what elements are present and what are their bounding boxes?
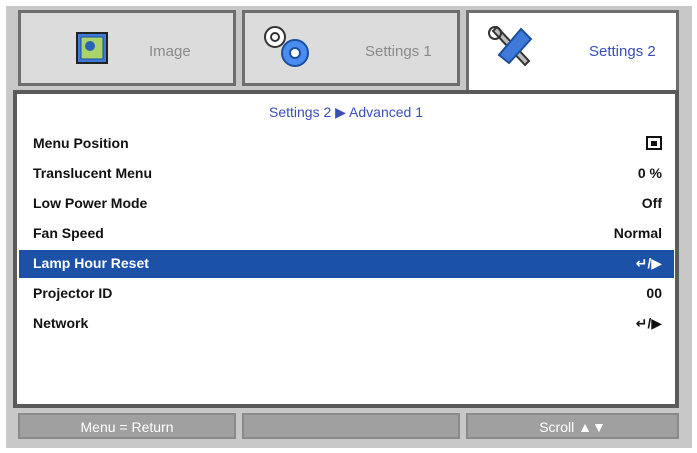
breadcrumb: Settings 2 ▶ Advanced 1 <box>269 104 423 120</box>
footer-scroll-label: Scroll ▲▼ <box>539 419 606 435</box>
tab-settings-2-label: Settings 2 <box>589 43 656 60</box>
image-icon <box>76 32 108 64</box>
menu-item-label: Menu Position <box>33 135 129 151</box>
menu-item-value: 00 <box>646 285 662 301</box>
menu-item-label: Fan Speed <box>33 225 104 241</box>
settings-panel: Settings 2 ▶ Advanced 1 Menu Position Tr… <box>13 90 679 408</box>
menu-item-label: Translucent Menu <box>33 165 153 181</box>
menu-item-network[interactable]: Network ↵/▶ <box>19 310 674 338</box>
footer-return: Menu = Return <box>18 413 236 439</box>
enter-arrow-icon: ↵/▶ <box>635 315 662 331</box>
tab-image-label: Image <box>149 43 191 60</box>
menu-item-label: Projector ID <box>33 285 113 301</box>
footer-scroll: Scroll ▲▼ <box>466 413 679 439</box>
menu-item-lamp-hour-reset[interactable]: Lamp Hour Reset ↵/▶ <box>19 250 674 278</box>
menu-item-translucent-menu[interactable]: Translucent Menu 0 % <box>19 160 674 188</box>
menu-item-label: Low Power Mode <box>33 195 148 211</box>
menu-item-value: Off <box>641 195 662 211</box>
menu-item-value: Normal <box>613 225 662 241</box>
enter-arrow-icon: ↵/▶ <box>635 255 662 271</box>
menu-item-menu-position[interactable]: Menu Position <box>19 130 674 158</box>
tab-settings-1-label: Settings 1 <box>365 43 432 60</box>
menu-item-label: Network <box>33 315 89 331</box>
footer-middle <box>242 413 460 439</box>
tab-settings-1[interactable]: Settings 1 <box>242 10 460 86</box>
gears-icon <box>264 26 309 67</box>
menu-position-icon <box>646 135 662 153</box>
footer-return-label: Menu = Return <box>80 419 174 435</box>
tab-image[interactable]: Image <box>18 10 236 86</box>
tab-settings-2[interactable]: Settings 2 <box>466 10 679 98</box>
tools-icon <box>488 25 533 67</box>
menu-item-value: 0 % <box>637 165 662 181</box>
menu-item-projector-id[interactable]: Projector ID 00 <box>19 280 674 308</box>
menu-item-low-power-mode[interactable]: Low Power Mode Off <box>19 190 674 218</box>
menu-item-label: Lamp Hour Reset <box>33 255 149 271</box>
menu-item-fan-speed[interactable]: Fan Speed Normal <box>19 220 674 248</box>
